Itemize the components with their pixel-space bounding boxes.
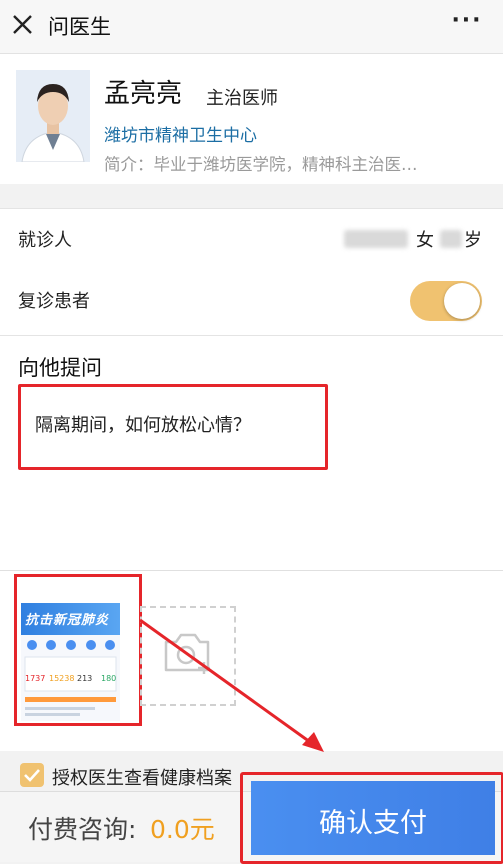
- image-section: 抗击新冠肺炎 1737 15238 213 180: [0, 571, 503, 751]
- stat-4: 180: [101, 674, 117, 683]
- patient-age-redacted: [440, 230, 462, 248]
- doctor-card[interactable]: 孟亮亮 主治医师 潍坊市精神卫生中心 简介：毕业于潍坊医学院，精神科主治医…: [0, 54, 503, 184]
- stat-2: 15238: [49, 674, 75, 683]
- patient-row[interactable]: 就诊人 女 岁: [0, 208, 503, 268]
- stat-1: 1737: [25, 674, 46, 683]
- thumbnail-banner-text: 抗击新冠肺炎: [25, 613, 110, 628]
- question-heading: 向他提问: [18, 356, 102, 380]
- fee-value: 0.0元: [150, 815, 215, 844]
- page-title: 问医生: [48, 15, 111, 39]
- attached-image[interactable]: 抗击新冠肺炎 1737 15238 213 180: [14, 574, 142, 726]
- check-icon: [24, 769, 40, 782]
- pay-button-label: 确认支付: [319, 808, 427, 839]
- thumbnail-banner: 抗击新冠肺炎: [21, 603, 120, 635]
- doctor-name: 孟亮亮: [104, 79, 183, 109]
- revisit-row: 复诊患者: [0, 267, 503, 336]
- more-icon[interactable]: ···: [450, 8, 484, 38]
- patient-age-unit: 岁: [464, 230, 482, 251]
- fee-label: 付费咨询:: [28, 815, 137, 844]
- pay-button[interactable]: 确认支付: [251, 781, 495, 855]
- camera-add-icon: [164, 633, 210, 674]
- patient-gender: 女: [416, 230, 434, 251]
- doctor-hospital: 潍坊市精神卫生中心: [104, 126, 257, 146]
- auth-checkbox[interactable]: [20, 763, 44, 787]
- add-image-button[interactable]: [140, 606, 236, 706]
- close-icon[interactable]: [10, 10, 36, 40]
- question-input[interactable]: 隔离期间，如何放松心情？: [18, 384, 328, 470]
- revisit-toggle[interactable]: [410, 281, 482, 321]
- nav-bar: 问医生 ···: [0, 0, 503, 54]
- doctor-intro: 简介：毕业于潍坊医学院，精神科主治医…: [104, 155, 418, 174]
- question-text: 隔离期间，如何放松心情？: [35, 415, 251, 436]
- stat-3: 213: [77, 674, 93, 683]
- image-thumbnail: 抗击新冠肺炎 1737 15238 213 180: [21, 603, 120, 721]
- patient-name-redacted: [344, 230, 408, 248]
- doctor-avatar: [16, 70, 90, 162]
- patient-label: 就诊人: [18, 230, 72, 251]
- doctor-title: 主治医师: [206, 88, 278, 109]
- revisit-label: 复诊患者: [18, 291, 90, 312]
- bottom-bar: 付费咨询: 0.0元 确认支付: [0, 772, 503, 864]
- pay-highlight: 确认支付: [240, 772, 503, 864]
- toggle-knob: [444, 283, 480, 319]
- auth-label: 授权医生查看健康档案: [52, 768, 232, 789]
- question-section: 向他提问 隔离期间，如何放松心情？: [0, 336, 503, 571]
